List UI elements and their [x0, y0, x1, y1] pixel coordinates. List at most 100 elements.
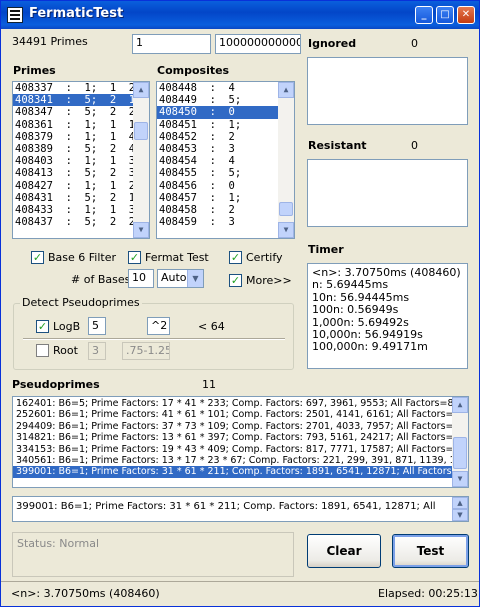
scroll-thumb[interactable] — [279, 202, 293, 216]
scroll-thumb[interactable] — [134, 122, 148, 140]
resistant-count: 0 — [411, 139, 418, 152]
root-checkbox[interactable] — [36, 344, 49, 357]
prime-list-item[interactable]: 408433 : 1; 1 3 4 — [13, 204, 149, 216]
primes-heading: Primes — [13, 64, 56, 77]
pseudoprimes-scrollbar[interactable]: ▲ ▼ — [452, 397, 468, 487]
statusbar-elapsed: Elapsed: 00:25:13 — [378, 587, 478, 600]
composite-list-item[interactable]: 408453 : 3 — [157, 143, 294, 155]
prime-list-item[interactable]: 408361 : 1; 1 1 2 — [13, 119, 149, 131]
group-divider — [23, 338, 285, 340]
title-bar[interactable]: FermaticTest _ □ ✕ — [1, 1, 479, 29]
pseudoprimes-heading: Pseudoprimes — [12, 378, 100, 391]
prime-list-item[interactable]: 408431 : 5; 2 1 2 — [13, 192, 149, 204]
scroll-thumb[interactable] — [453, 437, 467, 469]
pseudoprimes-list[interactable]: 162401: B6=5; Prime Factors: 17 * 41 * 2… — [12, 396, 469, 488]
ignored-count: 0 — [411, 37, 418, 50]
app-menu-icon[interactable] — [7, 7, 23, 23]
timer-panel: <n>: 3.70750ms (408460) n: 5.69445ms 10n… — [307, 263, 468, 369]
logb-limit-label: < 64 — [198, 320, 225, 333]
ignored-heading: Ignored — [308, 37, 357, 50]
composite-list-item[interactable]: 408455 : 5; — [157, 167, 294, 179]
close-button[interactable]: ✕ — [457, 6, 475, 24]
status-box: Status: Normal — [12, 532, 294, 577]
scroll-down-icon[interactable]: ▼ — [452, 471, 468, 487]
composites-scrollbar[interactable]: ▲ ▼ — [278, 82, 294, 238]
base6-filter-checkbox[interactable]: ✓ — [31, 251, 44, 264]
detail-scrollbar[interactable]: ▲ ▼ — [452, 497, 468, 521]
mode-select-value: Auto — [161, 271, 187, 284]
prime-list-item[interactable]: 408337 : 1; 1 2 6 — [13, 82, 149, 94]
detect-pseudoprimes-caption: Detect Pseudoprimes — [20, 296, 142, 309]
more-checkbox[interactable]: ✓ — [229, 274, 242, 287]
minimize-button[interactable]: _ — [415, 6, 433, 24]
composite-list-item[interactable]: 408454 : 4 — [157, 155, 294, 167]
logb-label: LogB — [53, 320, 81, 333]
logb-checkbox[interactable]: ✓ — [36, 320, 49, 333]
root-input[interactable]: 3 — [88, 342, 106, 360]
maximize-button[interactable]: □ — [436, 6, 454, 24]
logb-input[interactable]: 5 — [88, 317, 106, 335]
logb-exponent-input[interactable]: ^2 — [147, 317, 170, 335]
range-to-input[interactable]: 100000000000 — [215, 34, 301, 54]
pseudoprime-list-item[interactable]: 294409: B6=1; Prime Factors: 37 * 73 * 1… — [13, 421, 468, 432]
composite-list-item[interactable]: 408456 : 0 — [157, 180, 294, 192]
composite-list-item[interactable]: 408452 : 2 — [157, 131, 294, 143]
timer-line: n: 5.69445ms — [312, 278, 389, 292]
num-bases-input[interactable]: 10 — [128, 269, 154, 288]
clear-button[interactable]: Clear — [307, 534, 381, 568]
prime-list-item[interactable]: 408427 : 1; 1 2 5 — [13, 180, 149, 192]
prime-list-item[interactable]: 408347 : 5; 2 2 2 — [13, 106, 149, 118]
timer-heading: Timer — [308, 243, 344, 256]
test-button[interactable]: Test — [392, 534, 469, 568]
composites-list[interactable]: 408448 : 4 408449 : 5; 408450 : 0 408451 : … — [156, 81, 295, 239]
chevron-down-icon[interactable]: ▼ — [187, 270, 203, 287]
composite-list-item[interactable]: 408449 : 5; — [157, 94, 294, 106]
scroll-up-icon[interactable]: ▲ — [452, 397, 468, 413]
pseudoprime-list-item[interactable]: 162401: B6=5; Prime Factors: 17 * 41 * 2… — [13, 398, 468, 409]
composite-list-item[interactable]: 408448 : 4 — [157, 82, 294, 94]
composite-list-item[interactable]: 408450 : 0 — [157, 106, 294, 119]
main-window: FermaticTest _ □ ✕ 34491 Primes 1 100000… — [0, 0, 480, 607]
pseudoprime-detail-field[interactable]: 399001: B6=1; Prime Factors: 31 * 61 * 2… — [12, 496, 469, 522]
certify-label: Certify — [246, 251, 283, 264]
window-title: FermaticTest — [29, 6, 124, 21]
primes-count-label: 34491 Primes — [12, 35, 88, 48]
base6-filter-label: Base 6 Filter — [48, 251, 117, 264]
resistant-list[interactable] — [307, 159, 468, 227]
root-range-input[interactable]: .75-1.25 — [122, 342, 170, 360]
statusbar-timer: <n>: 3.70750ms (408460) — [11, 587, 160, 600]
primes-list[interactable]: 408337 : 1; 1 2 6 408341 : 5; 2 1 3 408347… — [12, 81, 150, 239]
prime-list-item[interactable]: 408403 : 1; 1 3 2 — [13, 155, 149, 167]
certify-checkbox[interactable]: ✓ — [229, 251, 242, 264]
root-label: Root — [53, 344, 78, 357]
pseudoprime-list-item[interactable]: 314821: B6=1; Prime Factors: 13 * 61 * 3… — [13, 432, 468, 443]
prime-list-item[interactable]: 408389 : 5; 2 4 2 — [13, 143, 149, 155]
scroll-down-icon[interactable]: ▼ — [133, 222, 149, 238]
range-from-input[interactable]: 1 — [132, 34, 211, 54]
scroll-down-icon[interactable]: ▼ — [278, 222, 294, 238]
ignored-list[interactable] — [307, 57, 468, 125]
scroll-up-icon[interactable]: ▲ — [278, 82, 294, 98]
pseudoprime-list-item[interactable]: 340561: B6=1; Prime Factors: 13 * 17 * 2… — [13, 455, 468, 466]
composites-heading: Composites — [157, 64, 230, 77]
composite-list-item[interactable]: 408451 : 1; — [157, 119, 294, 131]
composite-list-item[interactable]: 408458 : 2 — [157, 204, 294, 216]
composite-list-item[interactable]: 408459 : 3 — [157, 216, 294, 228]
primes-scrollbar[interactable]: ▲ ▼ — [133, 82, 149, 238]
pseudoprimes-count: 11 — [202, 378, 216, 391]
composite-list-item[interactable]: 408457 : 1; — [157, 192, 294, 204]
pseudoprime-list-item[interactable]: 334153: B6=1; Prime Factors: 19 * 43 * 4… — [13, 444, 468, 455]
status-bar: <n>: 3.70750ms (408460) Elapsed: 00:25:1… — [1, 581, 479, 606]
prime-list-item[interactable]: 408341 : 5; 2 1 3 — [13, 94, 149, 107]
prime-list-item[interactable]: 408437 : 5; 2 2 1 — [13, 216, 149, 228]
scroll-down-icon[interactable]: ▼ — [452, 509, 468, 521]
scroll-up-icon[interactable]: ▲ — [133, 82, 149, 98]
pseudoprime-list-item[interactable]: 252601: B6=1; Prime Factors: 41 * 61 * 1… — [13, 409, 468, 420]
fermat-test-checkbox[interactable]: ✓ — [128, 251, 141, 264]
mode-select[interactable]: Auto ▼ — [157, 269, 204, 288]
prime-list-item[interactable]: 408413 : 5; 2 3 5 — [13, 167, 149, 179]
pseudoprime-list-item[interactable]: 399001: B6=1; Prime Factors: 31 * 61 * 2… — [13, 466, 468, 478]
scroll-up-icon[interactable]: ▲ — [452, 497, 468, 509]
prime-list-item[interactable]: 408379 : 1; 1 4 6 — [13, 131, 149, 143]
timer-line: 100,000n: 9.49171m — [312, 340, 428, 354]
